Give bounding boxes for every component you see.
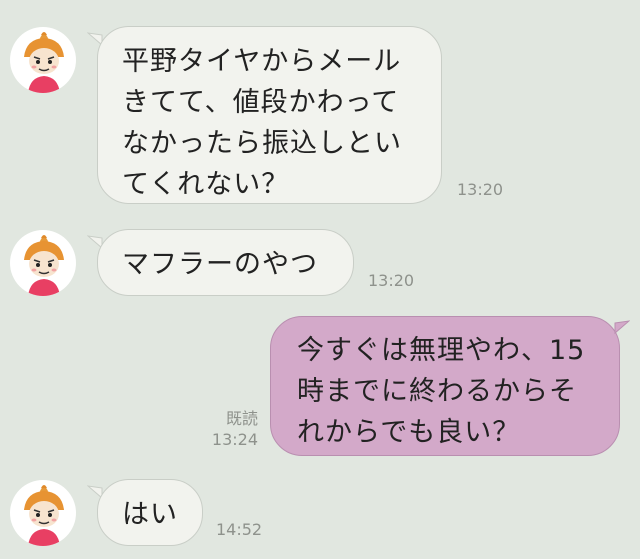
- message-text-line: 今すぐは無理やわ、15: [297, 335, 586, 366]
- message-timestamp: 14:52: [216, 520, 263, 539]
- sender-avatar-icon[interactable]: [10, 230, 76, 296]
- message-text-line: 平野タイヤからメール: [122, 46, 402, 77]
- message-text-line: きてて、値段かわって: [122, 87, 400, 118]
- message-text-line: はい: [122, 499, 178, 530]
- message-text-line: れからでも良い？: [297, 417, 521, 448]
- message-bubble-incoming[interactable]: はい: [97, 479, 203, 546]
- message-bubble-outgoing[interactable]: 今すぐは無理やわ、15 時までに終わるからそ れからでも良い？: [270, 316, 620, 456]
- little-my-avatar-icon: [24, 235, 64, 296]
- outgoing-bubble-tail: [614, 320, 630, 335]
- little-my-avatar-icon: [24, 485, 64, 546]
- message-text-line: マフラーのやつ: [122, 249, 318, 280]
- sender-avatar-icon[interactable]: [10, 27, 76, 93]
- message-timestamp: 13:20: [457, 180, 504, 199]
- read-receipt: 既読: [225, 409, 258, 428]
- little-my-avatar-icon: [24, 32, 64, 93]
- message-timestamp: 13:20: [368, 271, 415, 290]
- message-bubble-incoming[interactable]: 平野タイヤからメール きてて、値段かわって なかったら振込しとい てくれない？: [97, 26, 442, 204]
- sender-avatar-icon[interactable]: [10, 480, 76, 546]
- message-text-line: 時までに終わるからそ: [297, 376, 577, 407]
- message-text-line: てくれない？: [122, 169, 290, 200]
- message-timestamp: 13:24: [211, 430, 258, 449]
- message-text-line: なかったら振込しとい: [122, 128, 402, 159]
- message-bubble-incoming[interactable]: マフラーのやつ: [97, 229, 354, 296]
